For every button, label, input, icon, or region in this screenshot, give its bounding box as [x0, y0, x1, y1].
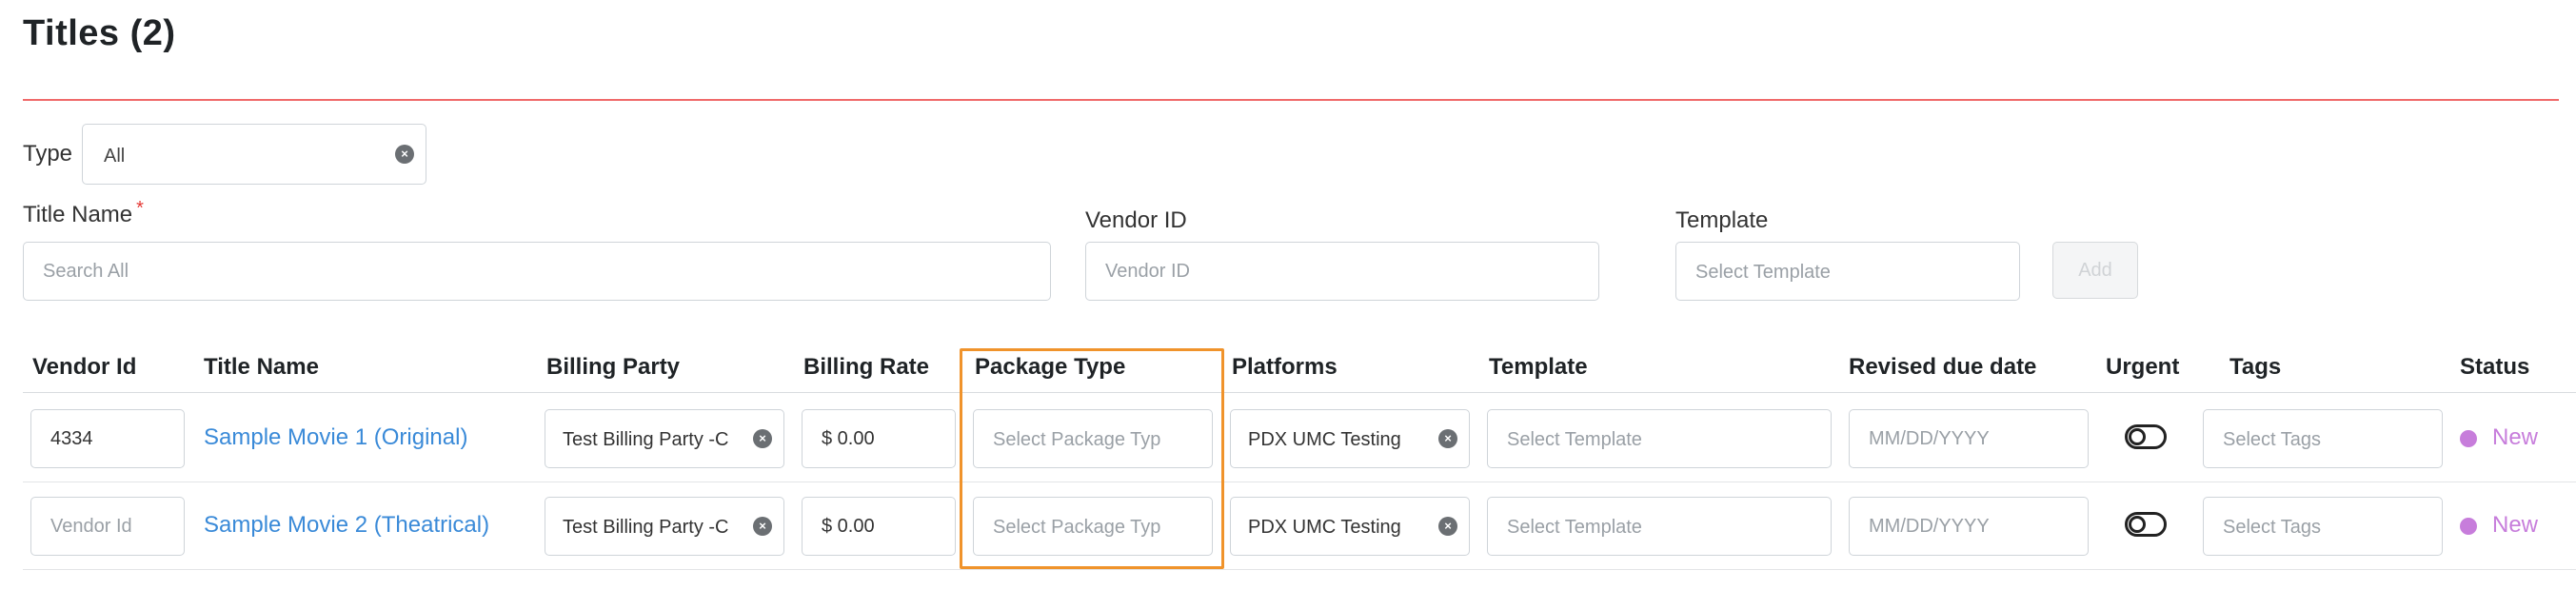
- platforms-select[interactable]: PDX UMC Testing ×: [1230, 497, 1470, 556]
- clear-icon[interactable]: ×: [753, 429, 772, 448]
- status-dot-icon: [2460, 518, 2477, 535]
- title-name-link[interactable]: Sample Movie 2 (Theatrical): [204, 512, 489, 539]
- billing-rate-input[interactable]: [802, 409, 956, 468]
- template-cell-placeholder: Select Template: [1507, 517, 1642, 538]
- package-type-placeholder: Select Package Typ: [993, 429, 1161, 450]
- template-cell-select[interactable]: Select Template: [1487, 409, 1832, 468]
- vendor-id-cell-input[interactable]: [30, 497, 185, 556]
- row-divider: [23, 569, 2576, 570]
- title-name-search-input[interactable]: [23, 242, 1051, 301]
- column-header-revised-due-date: Revised due date: [1849, 354, 2037, 380]
- column-header-package-type: Package Type: [975, 354, 1126, 380]
- type-select-value: All: [104, 146, 126, 167]
- tags-placeholder: Select Tags: [2223, 429, 2322, 450]
- revised-due-date-input[interactable]: [1849, 497, 2089, 556]
- billing-party-select[interactable]: Test Billing Party -C ×: [545, 409, 784, 468]
- tags-placeholder: Select Tags: [2223, 517, 2322, 538]
- platforms-select[interactable]: PDX UMC Testing ×: [1230, 409, 1470, 468]
- platforms-value: PDX UMC Testing: [1248, 429, 1401, 450]
- billing-party-value: Test Billing Party -C: [563, 517, 729, 538]
- column-header-vendor-id: Vendor Id: [32, 354, 137, 380]
- revised-due-date-input[interactable]: [1849, 409, 2089, 468]
- column-header-billing-rate: Billing Rate: [803, 354, 930, 380]
- title-name-label-text: Title Name: [23, 202, 133, 227]
- package-type-placeholder: Select Package Typ: [993, 517, 1161, 538]
- vendor-id-input[interactable]: [1085, 242, 1599, 301]
- urgent-toggle[interactable]: [2125, 512, 2167, 537]
- clear-icon[interactable]: ×: [1438, 429, 1457, 448]
- type-label: Type: [23, 141, 73, 167]
- billing-rate-input[interactable]: [802, 497, 956, 556]
- add-button[interactable]: Add: [2052, 242, 2138, 299]
- column-header-urgent: Urgent: [2106, 354, 2180, 380]
- column-header-template: Template: [1489, 354, 1588, 380]
- column-header-billing-party: Billing Party: [546, 354, 681, 380]
- tags-select[interactable]: Select Tags: [2203, 409, 2443, 468]
- vendor-id-cell-input[interactable]: [30, 409, 185, 468]
- platforms-value: PDX UMC Testing: [1248, 517, 1401, 538]
- column-header-platforms: Platforms: [1232, 354, 1338, 380]
- vendor-id-label: Vendor ID: [1085, 207, 1187, 233]
- billing-party-value: Test Billing Party -C: [563, 429, 729, 450]
- status-badge: New: [2492, 512, 2539, 538]
- title-name-link[interactable]: Sample Movie 1 (Original): [204, 424, 467, 451]
- clear-icon[interactable]: ×: [753, 517, 772, 536]
- clear-icon[interactable]: ×: [395, 145, 414, 164]
- tags-select[interactable]: Select Tags: [2203, 497, 2443, 556]
- template-cell-select[interactable]: Select Template: [1487, 497, 1832, 556]
- package-type-select[interactable]: Select Package Typ: [973, 497, 1213, 556]
- toggle-knob: [2129, 516, 2146, 533]
- package-type-select[interactable]: Select Package Typ: [973, 409, 1213, 468]
- title-name-label: Title Name *: [23, 198, 144, 228]
- template-select[interactable]: Select Template: [1675, 242, 2020, 301]
- clear-icon[interactable]: ×: [1438, 517, 1457, 536]
- page-title: Titles (2): [23, 13, 176, 53]
- status-dot-icon: [2460, 430, 2477, 447]
- column-header-tags: Tags: [2229, 354, 2282, 380]
- billing-party-select[interactable]: Test Billing Party -C ×: [545, 497, 784, 556]
- column-header-status: Status: [2460, 354, 2530, 380]
- header-divider: [23, 392, 2576, 393]
- status-badge: New: [2492, 424, 2539, 450]
- column-header-title-name: Title Name: [204, 354, 319, 380]
- template-cell-placeholder: Select Template: [1507, 429, 1642, 450]
- title-divider: [23, 99, 2559, 101]
- urgent-toggle[interactable]: [2125, 424, 2167, 449]
- toggle-knob: [2129, 428, 2146, 445]
- required-mark: *: [136, 198, 144, 219]
- type-select[interactable]: All ×: [82, 124, 426, 185]
- template-select-placeholder: Select Template: [1695, 262, 1831, 283]
- template-label: Template: [1675, 207, 1769, 233]
